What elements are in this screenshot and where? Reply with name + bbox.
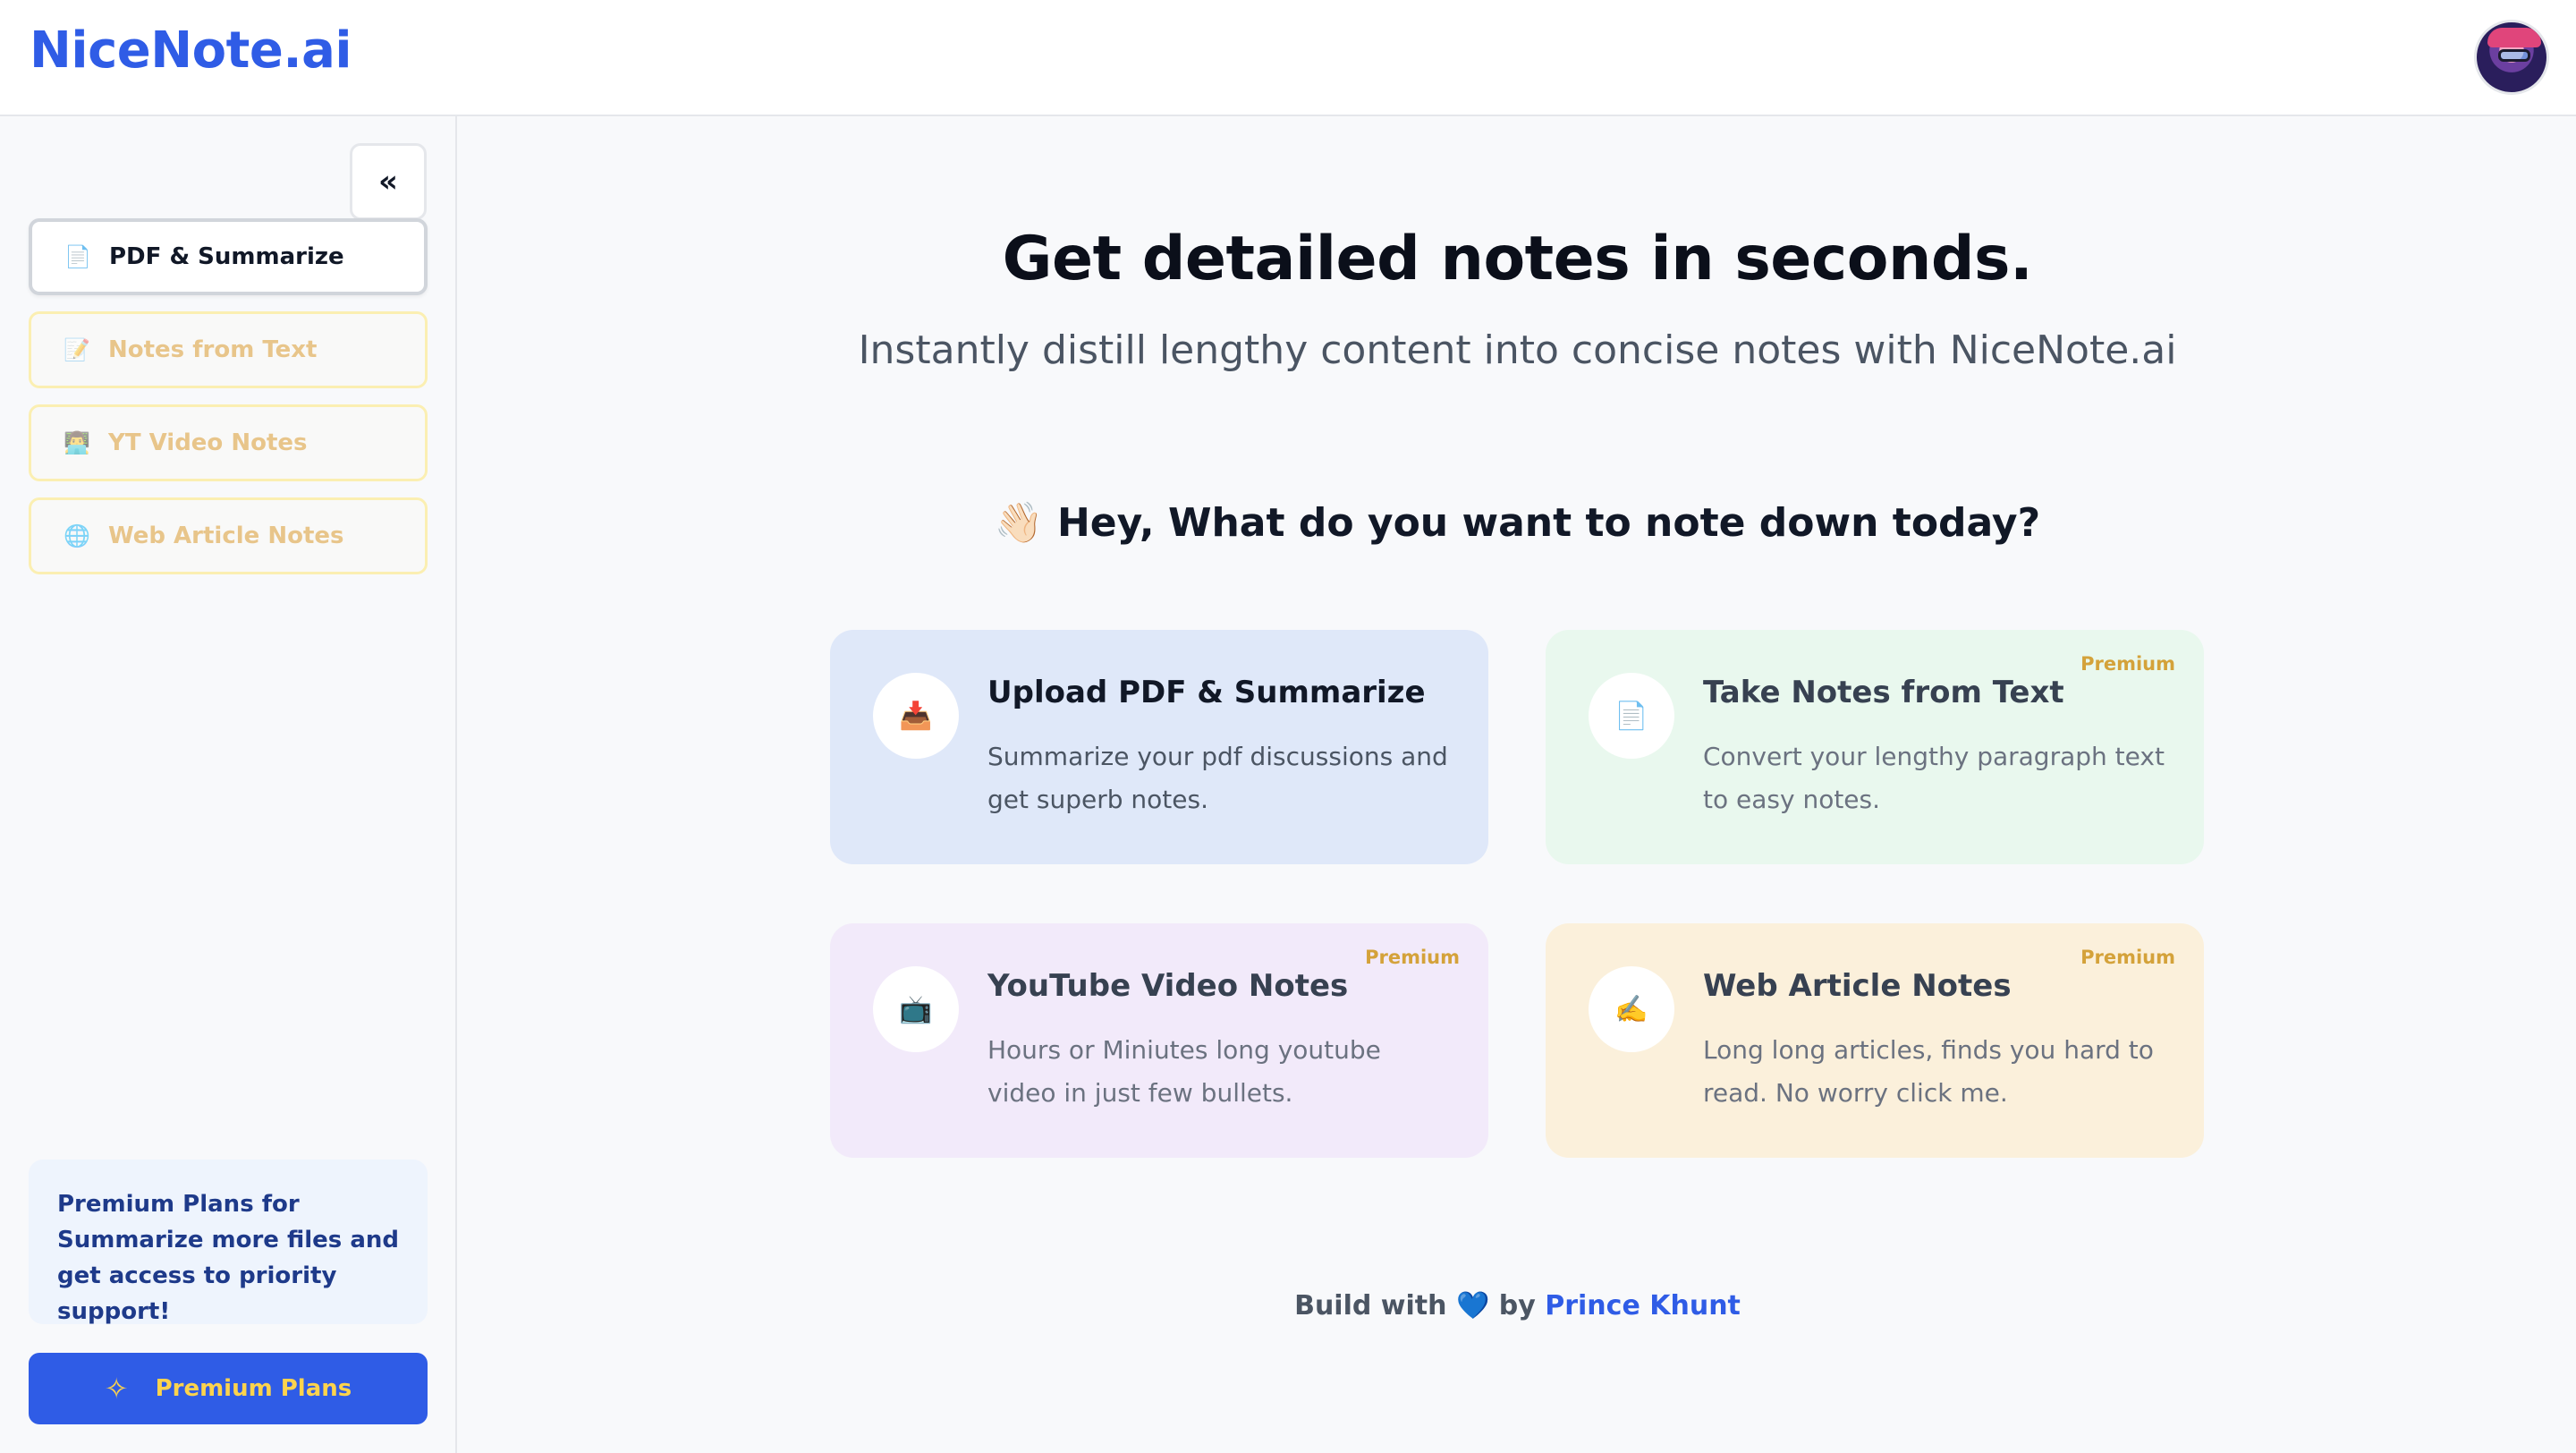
card-notes-from-text[interactable]: Premium 📄 Take Notes from Text Convert y… [1546,630,2204,864]
premium-plans-button[interactable]: ✧ Premium Plans [29,1353,428,1424]
television-icon: 📺 [873,966,959,1052]
sidebar-item-yt-video-notes[interactable]: 👨‍💻 YT Video Notes [29,404,428,481]
collapse-sidebar-button[interactable]: « [350,143,427,220]
page-subtitle: Instantly distill lengthy content into c… [858,327,2177,373]
footer-prefix: Build with [1294,1290,1447,1321]
card-web-article-notes[interactable]: Premium ✍️ Web Article Notes Long long a… [1546,923,2204,1158]
author-link[interactable]: Prince Khunt [1545,1290,1741,1321]
card-description: Long long articles, finds you hard to re… [1703,1035,2154,1108]
card-title: Take Notes from Text [1703,675,2064,710]
card-youtube-notes[interactable]: Premium 📺 YouTube Video Notes Hours or M… [830,923,1488,1158]
sidebar-item-notes-from-text[interactable]: 📝 Notes from Text [29,311,428,388]
card-description: Hours or Miniutes long youtube video in … [987,1035,1381,1108]
card-title: YouTube Video Notes [987,968,1349,1004]
top-bar: NiceNote.ai [0,0,2576,116]
heart-icon: 💙 [1455,1290,1490,1321]
footer-by: by [1498,1290,1536,1321]
avatar-hair [2487,28,2541,47]
card-description: Summarize your pdf discussions and get s… [987,742,1448,814]
premium-plans-label: Premium Plans [155,1375,352,1402]
user-avatar[interactable] [2474,20,2549,95]
globe-icon: 🌐 [64,523,90,548]
premium-promo-text: Premium Plans for Summarize more files a… [29,1160,428,1325]
greeting-heading: 👋🏻 Hey, What do you want to note down to… [994,500,2041,546]
card-title: Upload PDF & Summarize [987,675,1426,710]
sidebar-item-web-article-notes[interactable]: 🌐 Web Article Notes [29,497,428,574]
inbox-tray-icon: 📥 [873,673,959,759]
sidebar-item-label: Notes from Text [108,336,318,363]
sidebar-item-pdf-summarize[interactable]: 📄 PDF & Summarize [29,218,428,295]
footer-credit: Build with 💙 by Prince Khunt [459,1290,2576,1321]
premium-badge: Premium [2080,947,2175,968]
writing-hand-icon: ✍️ [1589,966,1674,1052]
brand-logo[interactable]: NiceNote.ai [30,21,352,80]
sparkle-icon: ✧ [104,1372,129,1406]
sidebar-item-label: YT Video Notes [108,429,308,456]
memo-icon: 📝 [64,337,90,362]
main-content: Get detailed notes in seconds. Instantly… [459,116,2576,1453]
double-chevron-left-icon: « [378,164,398,200]
sidebar-item-label: Web Article Notes [108,523,344,549]
page-title: Get detailed notes in seconds. [1002,224,2033,294]
card-title: Web Article Notes [1703,968,2012,1004]
document-icon: 📄 [64,244,91,269]
document-icon: 📄 [1589,673,1674,759]
avatar-glasses [2498,49,2530,62]
premium-badge: Premium [1365,947,1460,968]
sidebar: « 📄 PDF & Summarize 📝 Notes from Text 👨‍… [0,116,457,1453]
card-upload-pdf[interactable]: 📥 Upload PDF & Summarize Summarize your … [830,630,1488,864]
card-description: Convert your lengthy paragraph text to e… [1703,742,2165,814]
premium-badge: Premium [2080,653,2175,675]
sidebar-item-label: PDF & Summarize [109,243,344,270]
technologist-icon: 👨‍💻 [64,430,90,455]
